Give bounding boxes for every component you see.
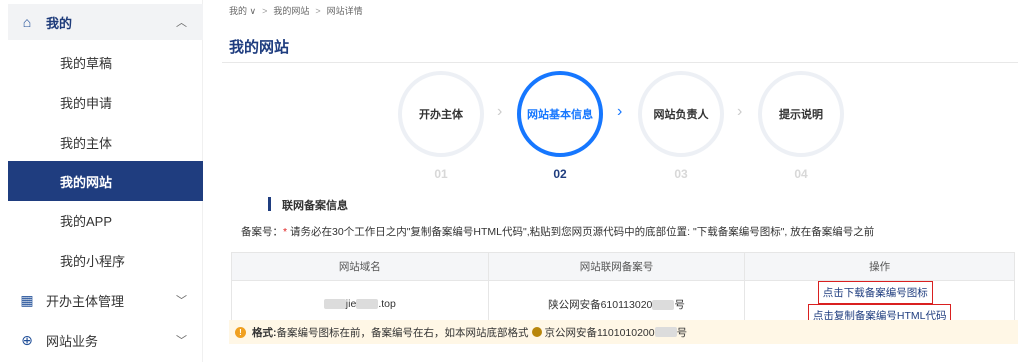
sidebar-item-drafts[interactable]: 我的草稿 [8,42,203,82]
police-badge-icon [531,327,542,337]
breadcrumb-current: 网站详情 [326,6,363,16]
warning-icon: ! [235,326,246,338]
page-title: 我的网站 [229,39,290,56]
redacted-block [356,299,379,310]
step-1-circle: 开办主体 [398,71,484,157]
breadcrumb-separator: > [315,5,321,16]
tip-example-prefix: 京公网安备1101010200 [544,326,655,339]
chevron-right-icon: › [617,103,623,120]
download-icon-link[interactable]: 点击下载备案编号图标 [817,281,933,304]
chevron-right-icon: › [737,103,743,120]
breadcrumb-root[interactable]: 我的 ∨ [229,4,256,17]
step-label: 提示说明 [779,109,823,121]
globe-icon: ⊕ [21,331,33,348]
step-2-circle: 网站基本信息 [517,71,603,157]
column-header: 操作 [744,252,1015,281]
step-4-circle: 提示说明 [758,71,844,157]
record-number-prefix: 陕公网安备610113020 [548,298,653,311]
step-3-circle: 网站负责人 [638,71,724,157]
sidebar-item-applications[interactable]: 我的申请 [8,82,203,122]
redacted-block [654,327,677,337]
sidebar-group-label: 我的 [46,15,73,31]
column-header: 网站域名 [231,252,489,281]
domain-prefix: jie [345,298,357,310]
sidebar-item-websites[interactable]: 我的网站 [8,161,203,201]
record-note: 备案号：* 请务必在30个工作日之内"复制备案编号HTML代码",粘贴到您网页源… [241,224,874,239]
chevron-down-icon: ﹀ [176,335,187,347]
format-tip: ! 格式: 备案编号图标在前，备案编号在右，如本网站底部格式 京公网安备1101… [229,320,1018,344]
section-marker [268,197,271,211]
tip-label: 格式: [252,326,277,339]
redacted-block [652,299,675,310]
step-label: 网站基本信息 [527,109,593,121]
step-number: 02 [553,167,567,181]
table-header-row: 网站域名 网站联网备案号 操作 [231,252,1015,281]
column-header: 网站联网备案号 [487,252,746,281]
domain-suffix: .top [378,298,396,310]
divider [222,62,1018,63]
step-number: 04 [794,167,808,181]
sidebar-group-label: 开办主体管理 [46,293,125,309]
sidebar-group-entity-management[interactable]: ▦ 开办主体管理 ﹀ [8,282,203,318]
record-table: 网站域名 网站联网备案号 操作 jie .top 陕公网安备610113020 号 … [231,252,1015,328]
chevron-down-icon: ﹀ [176,295,187,307]
sidebar: ⌂ 我的 ︿ 我的草稿 我的申请 我的主体 我的网站 我的APP 我的小程序 ▦… [0,0,203,362]
step-number: 01 [434,167,448,181]
step-label: 网站负责人 [653,109,709,121]
step-label: 开办主体 [419,109,463,121]
note-text: 请务必在30个工作日之内"复制备案编号HTML代码",粘贴到您网页源代码中的底部… [287,226,875,238]
chevron-up-icon: ︿ [176,17,187,29]
chevron-right-icon: › [497,103,503,120]
section-title: 联网备案信息 [282,200,348,212]
tip-text: 备案编号图标在前，备案编号在右，如本网站底部格式 [276,326,529,339]
sidebar-group-label: 网站业务 [46,333,99,349]
sidebar-item-entities[interactable]: 我的主体 [8,122,203,162]
tip-example-suffix: 号 [676,326,688,339]
sidebar-group-website-business[interactable]: ⊕ 网站业务 ﹀ [8,322,203,358]
breadcrumb: 我的 ∨ > 我的网站 > 网站详情 [229,4,363,17]
home-icon: ⌂ [22,14,32,30]
sidebar-group-mine[interactable]: ⌂ 我的 ︿ [8,4,203,40]
sidebar-item-miniprograms[interactable]: 我的小程序 [8,240,203,280]
step-number: 03 [674,167,688,181]
record-number-suffix: 号 [674,298,685,311]
sidebar-item-apps[interactable]: 我的APP [8,200,203,240]
redacted-block [323,299,346,310]
building-icon: ▦ [20,291,34,308]
breadcrumb-my-websites[interactable]: 我的网站 [273,4,309,17]
note-prefix: 备案号： [241,226,283,238]
breadcrumb-separator: > [262,5,268,16]
